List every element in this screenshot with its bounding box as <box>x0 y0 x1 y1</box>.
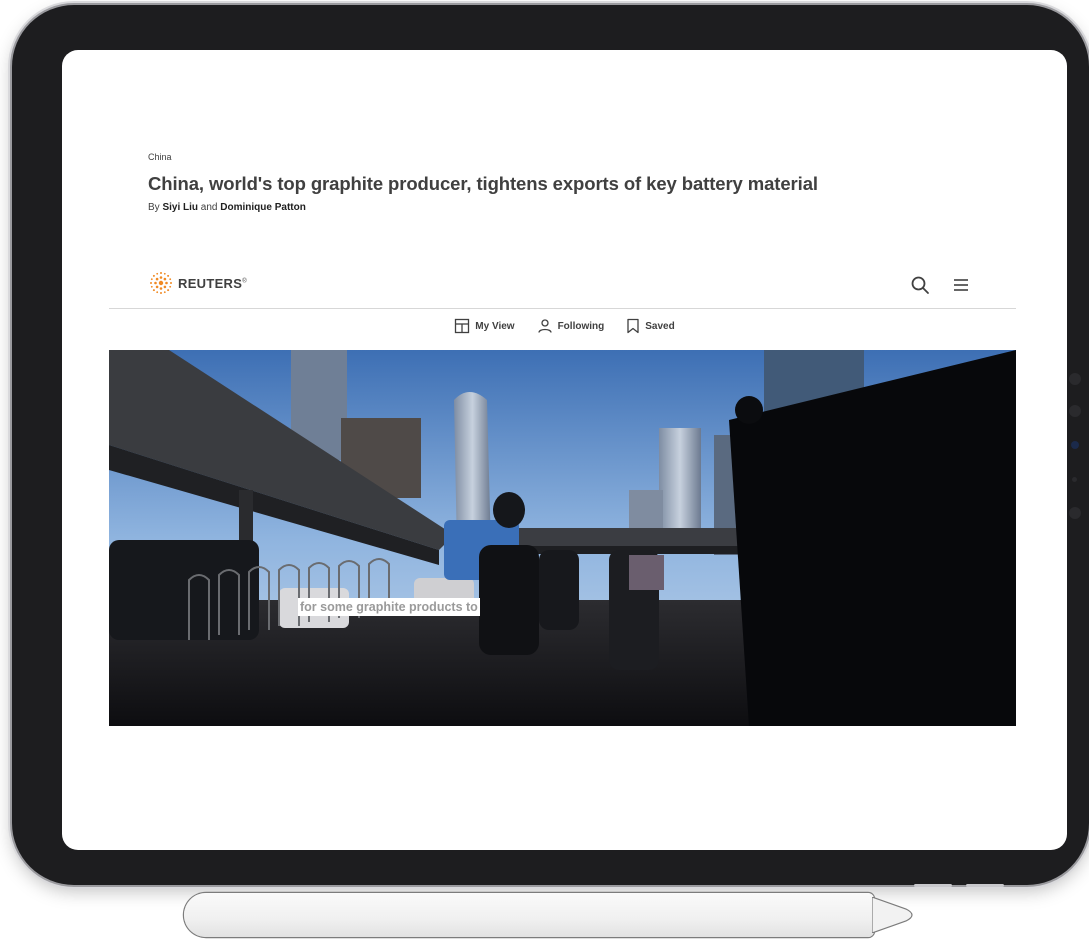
video-frame-image <box>109 350 1016 726</box>
subnav-saved[interactable]: Saved <box>626 315 675 337</box>
search-icon[interactable] <box>910 275 930 295</box>
reuters-logo[interactable]: REUTERS® <box>149 271 247 295</box>
subnav-following-label: Following <box>557 320 605 332</box>
sensor-dot <box>1069 405 1081 417</box>
subnav-following[interactable]: Following <box>537 315 605 337</box>
subnav-saved-label: Saved <box>645 320 675 332</box>
layout-icon <box>455 318 470 334</box>
author-link-1[interactable]: Siyi Liu <box>162 202 198 213</box>
camera-dot <box>1069 373 1081 385</box>
screen: China China, world's top graphite produc… <box>62 50 1067 850</box>
author-link-2[interactable]: Dominique Patton <box>220 202 306 213</box>
stylus-tip <box>872 897 913 933</box>
sensor-dot-small <box>1072 477 1077 482</box>
camera-lens <box>1071 441 1079 449</box>
reuters-logo-text: REUTERS® <box>178 275 247 291</box>
menu-icon[interactable] <box>951 275 971 295</box>
volume-button <box>914 884 952 887</box>
reuters-header: REUTERS® <box>109 265 1016 309</box>
byline-prefix: By <box>148 202 163 213</box>
video-caption: for some graphite products to <box>298 598 480 616</box>
tablet-frame: China China, world's top graphite produc… <box>12 5 1089 885</box>
section-label[interactable]: China <box>148 152 172 162</box>
power-button <box>966 884 1004 887</box>
reuters-logo-icon <box>150 272 172 294</box>
stylus-pencil <box>184 893 874 937</box>
subnav-my-view-label: My View <box>475 320 515 332</box>
byline: By Siyi Liu and Dominique Patton <box>148 202 306 213</box>
subnav-my-view[interactable]: My View <box>454 315 515 337</box>
sensor-dot-lower <box>1069 507 1081 519</box>
article-video[interactable]: for some graphite products to <box>109 350 1016 726</box>
subnav: My View Following Saved <box>62 315 1067 337</box>
person-icon <box>537 319 552 333</box>
page: China China, world's top graphite produc… <box>0 0 1089 940</box>
byline-and: and <box>198 202 221 213</box>
bookmark-icon <box>627 318 639 334</box>
article-headline: China, world's top graphite producer, ti… <box>148 173 818 194</box>
